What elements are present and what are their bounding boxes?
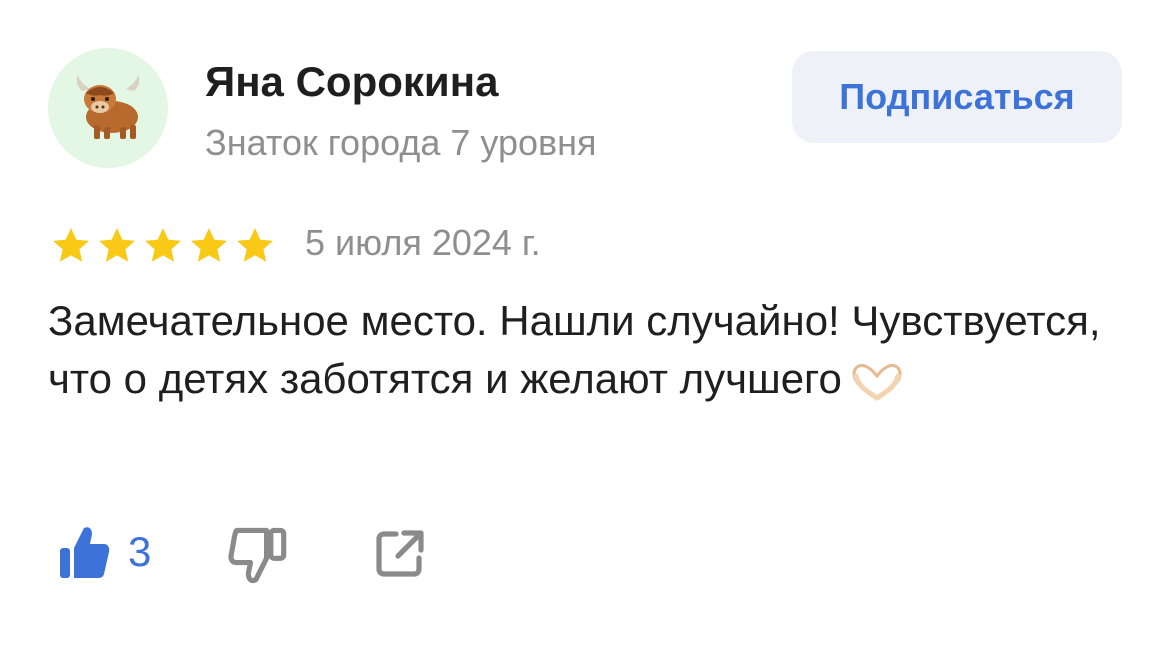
star-icon <box>99 228 135 262</box>
share-button[interactable] <box>372 526 428 582</box>
review-text: Замечательное место. Нашли случайно! Чув… <box>48 292 1108 408</box>
share-icon <box>376 530 424 577</box>
author-name[interactable]: Яна Сорокина <box>205 58 498 106</box>
star-icon <box>53 228 89 262</box>
author-level: Знаток города 7 уровня <box>205 122 597 163</box>
star-icon <box>191 228 227 262</box>
review-date: 5 июля 2024 г. <box>305 222 541 263</box>
thumbs-down-icon <box>228 527 287 584</box>
dislike-button[interactable] <box>228 524 288 584</box>
like-count: 3 <box>128 528 152 575</box>
review-text-content: Замечательное место. Нашли случайно! Чув… <box>48 297 1101 402</box>
avatar[interactable] <box>48 48 168 168</box>
like-button[interactable]: 3 <box>58 522 151 582</box>
heart-hands-icon <box>852 363 902 401</box>
yak-emoji-icon <box>76 75 140 139</box>
star-icon <box>145 228 181 262</box>
rating-stars <box>48 224 278 268</box>
star-icon <box>237 228 273 262</box>
thumbs-up-icon <box>60 527 110 578</box>
subscribe-button[interactable]: Подписаться <box>792 51 1122 143</box>
